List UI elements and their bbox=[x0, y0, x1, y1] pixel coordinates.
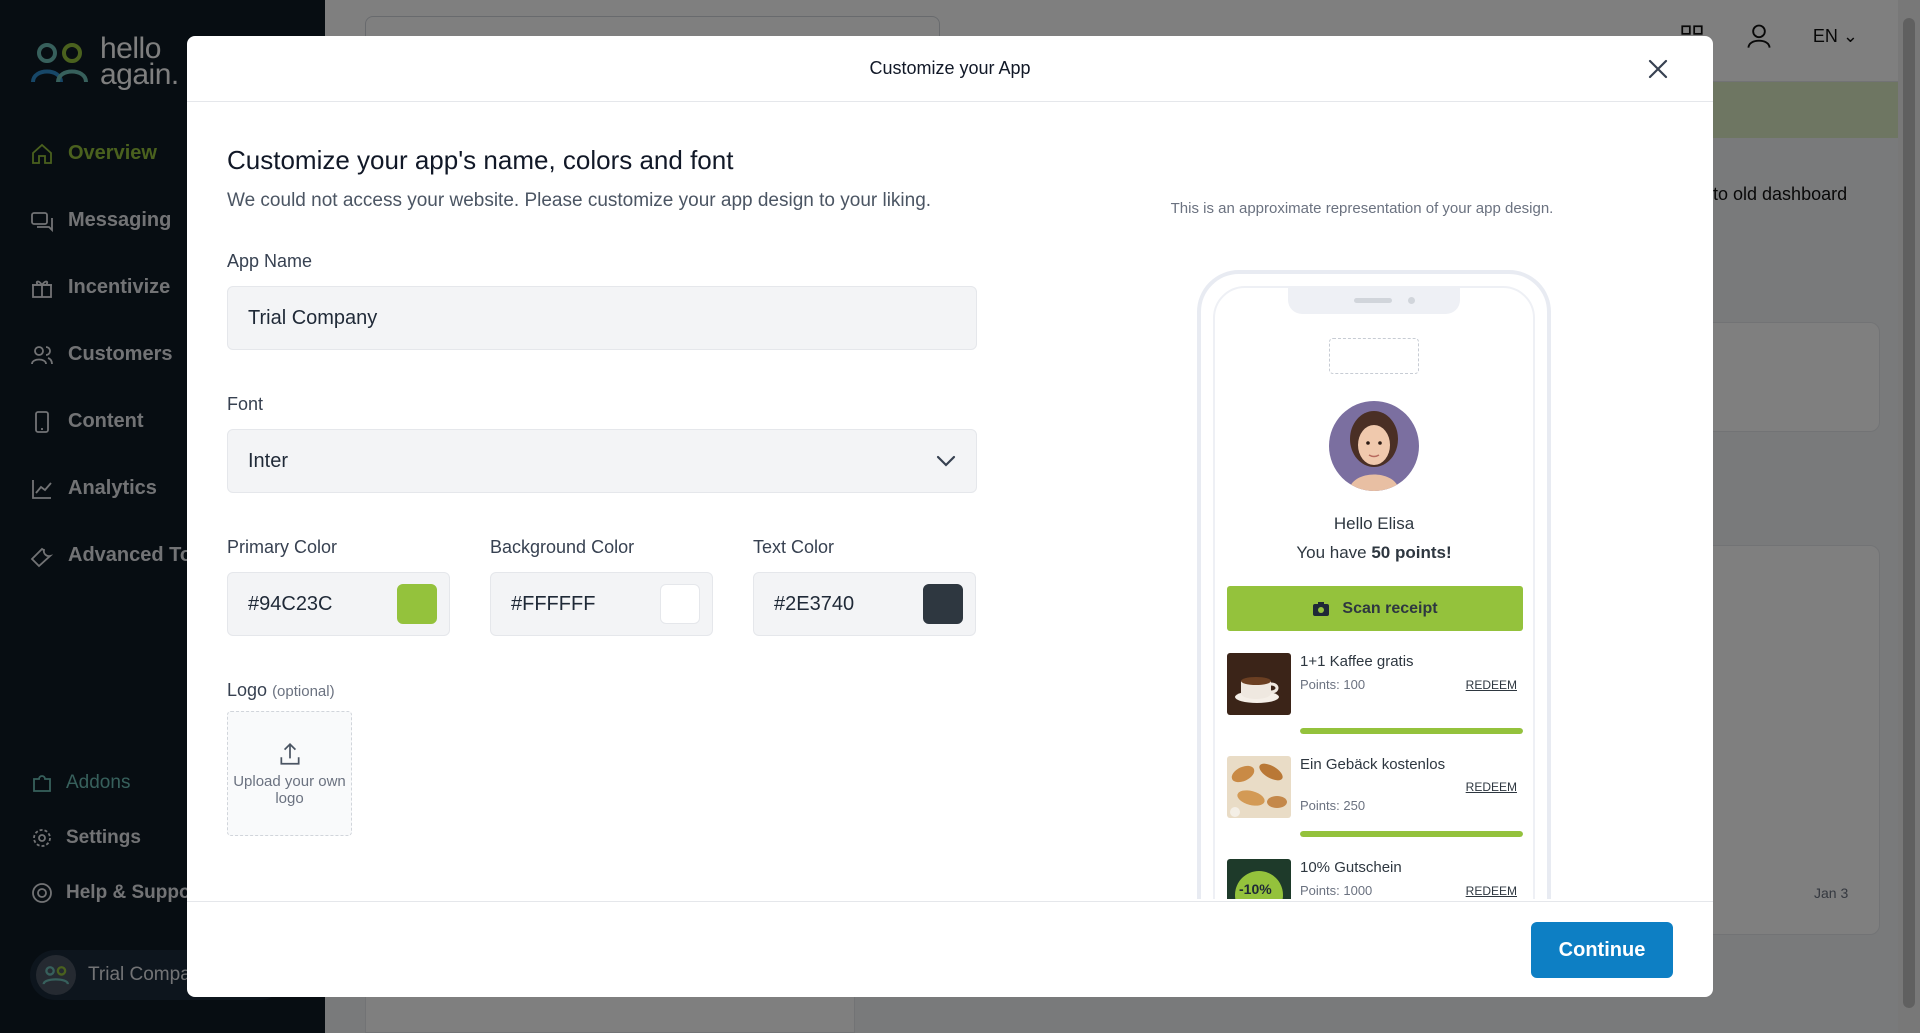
reward-points: Points: 250 bbox=[1300, 798, 1366, 813]
background-color-group: Background Color #FFFFFF bbox=[490, 537, 713, 636]
reward-progress-fill bbox=[1300, 831, 1523, 837]
text-color-field[interactable]: #2E3740 bbox=[753, 572, 976, 636]
form-heading: Customize your app's name, colors and fo… bbox=[227, 145, 734, 175]
close-icon bbox=[1648, 59, 1668, 79]
optional-hint: (optional) bbox=[272, 683, 335, 700]
reward-title: 1+1 Kaffee gratis bbox=[1300, 653, 1414, 670]
chevron-down-icon bbox=[936, 455, 956, 467]
background-color-value: #FFFFFF bbox=[511, 592, 596, 615]
avatar-photo-icon bbox=[1329, 401, 1419, 491]
close-button[interactable] bbox=[1643, 54, 1673, 84]
primary-color-label: Primary Color bbox=[227, 537, 338, 557]
logo-label: Logo (optional) bbox=[227, 680, 335, 700]
app-name-field[interactable] bbox=[227, 286, 977, 350]
primary-color-group: Primary Color #94C23C bbox=[227, 537, 450, 636]
font-label: Font bbox=[227, 394, 264, 414]
points-text: You have 50 points! bbox=[1296, 543, 1452, 562]
font-selected-value: Inter bbox=[248, 449, 289, 472]
reward-points: Points: 100 bbox=[1300, 677, 1366, 692]
background-color-field[interactable]: #FFFFFF bbox=[490, 572, 713, 636]
reward-progress-fill bbox=[1300, 728, 1523, 734]
phone-notch bbox=[1288, 288, 1460, 314]
logo-upload[interactable]: Upload your own logo bbox=[227, 711, 352, 836]
customize-form: Customize your app's name, colors and fo… bbox=[227, 103, 977, 836]
continue-button[interactable]: Continue bbox=[1531, 922, 1673, 978]
pastry-image-icon bbox=[1227, 756, 1291, 818]
app-name-label: App Name bbox=[227, 251, 313, 271]
reward-progress bbox=[1300, 831, 1523, 837]
app-name-input[interactable] bbox=[248, 306, 956, 330]
points-value: 50 points! bbox=[1371, 543, 1452, 562]
voucher-badge: -10% bbox=[1239, 881, 1272, 897]
phone-screen: Hello Elisa You have 50 points! Scan rec… bbox=[1213, 286, 1535, 899]
upload-icon bbox=[279, 742, 300, 765]
font-select[interactable]: Inter bbox=[227, 429, 977, 493]
modal-title: Customize your App bbox=[869, 58, 1031, 78]
scan-receipt-button[interactable]: Scan receipt bbox=[1227, 586, 1523, 631]
background-color-swatch[interactable] bbox=[660, 584, 700, 624]
reward-item: -10% 10% Gutschein Points: 1000 REDEEM bbox=[1227, 859, 1523, 899]
coffee-image-icon bbox=[1227, 653, 1291, 715]
primary-color-field[interactable]: #94C23C bbox=[227, 572, 450, 636]
voucher-thumbnail: -10% bbox=[1227, 859, 1291, 899]
camera-icon bbox=[1313, 601, 1330, 616]
text-color-group: Text Color #2E3740 bbox=[753, 537, 976, 636]
redeem-link[interactable]: REDEEM bbox=[1466, 780, 1517, 794]
text-color-value: #2E3740 bbox=[774, 592, 855, 615]
modal-body: Customize your app's name, colors and fo… bbox=[187, 103, 1713, 899]
modal-footer: Continue bbox=[187, 901, 1713, 997]
redeem-link[interactable]: REDEEM bbox=[1466, 884, 1517, 898]
app-preview: This is an approximate representation of… bbox=[1162, 103, 1562, 899]
modal-header: Customize your App bbox=[187, 36, 1713, 102]
text-color-swatch[interactable] bbox=[923, 584, 963, 624]
upload-text: Upload your own logo bbox=[233, 772, 346, 807]
coffee-thumbnail bbox=[1227, 653, 1291, 715]
text-color-label: Text Color bbox=[753, 537, 835, 557]
reward-title: Ein Gebäck kostenlos bbox=[1300, 756, 1446, 773]
reward-item: Ein Gebäck kostenlos Points: 250 REDEEM bbox=[1227, 756, 1523, 837]
color-pickers: Primary Color #94C23C Background Color #… bbox=[227, 537, 977, 636]
reward-points: Points: 1000 bbox=[1300, 883, 1373, 898]
primary-color-value: #94C23C bbox=[248, 592, 333, 615]
pastry-thumbnail bbox=[1227, 756, 1291, 818]
greeting-text: Hello Elisa bbox=[1333, 514, 1415, 533]
reward-item: 1+1 Kaffee gratis Points: 100 REDEEM bbox=[1227, 653, 1523, 734]
reward-title: 10% Gutschein bbox=[1300, 859, 1402, 876]
user-avatar bbox=[1329, 401, 1419, 491]
reward-progress bbox=[1300, 728, 1523, 734]
background-color-label: Background Color bbox=[490, 537, 635, 557]
form-subheading: We could not access your website. Please… bbox=[227, 190, 932, 211]
phone-mockup: Hello Elisa You have 50 points! Scan rec… bbox=[1197, 270, 1551, 899]
customize-app-modal: Customize your App Customize your app's … bbox=[187, 36, 1713, 997]
primary-color-swatch[interactable] bbox=[397, 584, 437, 624]
logo-placeholder bbox=[1329, 338, 1419, 374]
preview-note: This is an approximate representation of… bbox=[1170, 200, 1554, 217]
redeem-link[interactable]: REDEEM bbox=[1466, 678, 1517, 692]
